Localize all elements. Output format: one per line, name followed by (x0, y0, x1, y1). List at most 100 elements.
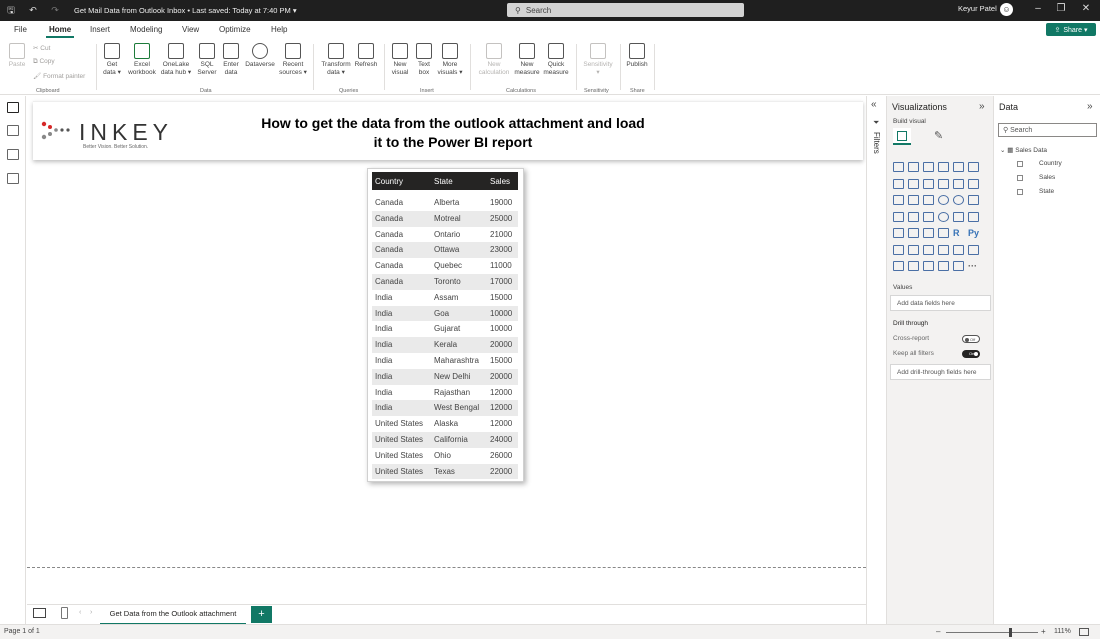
multi-row-card-icon[interactable] (968, 211, 979, 222)
clustered-bar-icon[interactable] (923, 162, 934, 172)
100-column-icon[interactable] (968, 162, 979, 172)
table-row[interactable]: Canada Toronto 17000 (372, 274, 518, 290)
cut-button[interactable]: ✂ Cut (33, 44, 50, 52)
zoom-in-icon[interactable]: + (1041, 627, 1046, 636)
table-row[interactable]: India Assam 15000 (372, 290, 518, 306)
kpi-icon[interactable] (893, 228, 904, 238)
quick-measure-button[interactable]: Quick measure (541, 43, 571, 77)
area-chart-icon[interactable] (908, 178, 919, 189)
desktop-view-icon[interactable] (33, 608, 46, 618)
table-row[interactable]: India Kerala 20000 (372, 337, 518, 353)
power-automate-icon[interactable] (908, 261, 919, 271)
table-row[interactable]: United States Texas 22000 (372, 463, 518, 480)
build-visual-tab[interactable] (893, 128, 911, 145)
collapse-chevron-icon[interactable]: » (1087, 101, 1093, 112)
fit-to-page-icon[interactable] (1079, 628, 1089, 636)
refresh-button[interactable]: Refresh (353, 43, 379, 69)
table-row[interactable]: India West Bengal 12000 (372, 400, 518, 417)
mobile-view-icon[interactable] (61, 607, 68, 619)
table-row[interactable]: India Rajasthan 12000 (372, 385, 518, 401)
table-row[interactable]: India Maharashtra 15000 (372, 353, 518, 369)
field-sales[interactable]: Sales (1039, 174, 1055, 181)
tab-home[interactable]: Home (49, 25, 71, 34)
clustered-column-icon[interactable] (938, 162, 949, 172)
column-header-state[interactable]: State (434, 177, 453, 186)
keep-all-filters-toggle[interactable]: On (962, 350, 980, 358)
paginated-report-icon[interactable] (968, 244, 979, 255)
text-box-button[interactable]: Text box (414, 43, 434, 77)
donut-chart-icon[interactable] (953, 195, 964, 205)
key-influencers-icon[interactable] (893, 244, 904, 255)
avatar-icon[interactable]: ☺ (1000, 3, 1013, 16)
filters-pane-collapsed[interactable]: « ⏷ Filters (866, 96, 886, 624)
metrics-icon[interactable] (953, 244, 964, 255)
report-title[interactable]: How to get the data from the outlook att… (233, 114, 673, 152)
tab-modeling[interactable]: Modeling (130, 25, 162, 34)
column-header-sales[interactable]: Sales (490, 177, 510, 186)
cross-report-toggle[interactable]: Off (962, 335, 980, 343)
tab-optimize[interactable]: Optimize (219, 25, 251, 34)
table-visual-icon[interactable] (923, 228, 934, 238)
new-measure-button[interactable]: New measure (513, 43, 541, 77)
page-tab-current[interactable]: Get Data from the Outlook attachment (100, 605, 246, 625)
table-row[interactable]: United States Ohio 26000 (372, 448, 518, 464)
values-well[interactable]: Add data fields here (890, 295, 991, 311)
r-visual-icon[interactable]: R (953, 228, 964, 238)
table-row[interactable]: Canada Ottawa 23000 (372, 242, 518, 259)
pie-chart-icon[interactable] (938, 195, 949, 205)
save-icon[interactable]: 🖫 (0, 3, 22, 19)
azure-map-icon[interactable] (923, 211, 934, 222)
scroll-right-icon[interactable]: › (90, 609, 92, 616)
get-more-visuals-icon[interactable] (953, 261, 964, 271)
100-bar-icon[interactable] (953, 162, 964, 172)
map-icon[interactable] (893, 211, 904, 222)
arcgis-icon[interactable] (923, 261, 934, 271)
gauge-icon[interactable] (938, 211, 949, 222)
zoom-slider-track[interactable] (946, 632, 1038, 633)
table-row[interactable]: Canada Quebec 11000 (372, 258, 518, 274)
field-checkbox-sales[interactable] (1017, 175, 1023, 181)
tab-insert[interactable]: Insert (90, 25, 110, 34)
stacked-area-icon[interactable] (923, 178, 934, 189)
report-header[interactable]: INKEY Better Vision. Better Solution. Ho… (33, 101, 863, 160)
restore-icon[interactable]: ❐ (1049, 3, 1073, 14)
filled-map-icon[interactable] (908, 211, 919, 222)
table-row[interactable]: United States Alaska 12000 (372, 416, 518, 432)
waterfall-icon[interactable] (893, 195, 904, 205)
field-country[interactable]: Country (1039, 160, 1062, 167)
stacked-bar-icon[interactable] (893, 162, 904, 172)
power-apps-icon[interactable] (893, 261, 904, 271)
table-row[interactable]: United States California 24000 (372, 432, 518, 448)
line-column-icon[interactable] (938, 178, 949, 189)
minimize-icon[interactable]: – (1026, 3, 1050, 14)
treemap-icon[interactable] (968, 195, 979, 205)
line-chart-icon[interactable] (893, 178, 904, 189)
recent-sources-button[interactable]: Recent sources ▾ (278, 43, 308, 77)
tab-help[interactable]: Help (271, 25, 287, 34)
search-box[interactable]: ⚲ Search (507, 3, 744, 17)
ribbon-chart-icon[interactable] (968, 178, 979, 189)
report-view-icon[interactable] (7, 102, 19, 113)
collapse-chevron-icon[interactable]: » (979, 101, 985, 112)
window-title[interactable]: Get Mail Data from Outlook Inbox • Last … (74, 6, 297, 15)
new-visual-button[interactable]: New visual (389, 43, 411, 77)
tab-file[interactable]: File (14, 25, 27, 34)
data-search-input[interactable]: ⚲ Search (998, 123, 1097, 137)
more-options-icon[interactable]: ··· (968, 261, 979, 271)
excel-workbook-button[interactable]: Excel workbook (126, 43, 158, 77)
dataverse-button[interactable]: Dataverse (243, 43, 277, 69)
get-data-button[interactable]: Get data ▾ (100, 43, 124, 77)
undo-icon[interactable]: ↶ (22, 5, 44, 16)
add-page-button[interactable]: + (251, 606, 272, 623)
new-calculation-button[interactable]: New calculation (476, 43, 512, 77)
onelake-button[interactable]: OneLake data hub ▾ (159, 43, 193, 77)
field-checkbox-state[interactable] (1017, 189, 1023, 195)
matrix-icon[interactable] (938, 228, 949, 238)
copy-button[interactable]: ⧉ Copy (33, 58, 55, 66)
report-canvas[interactable]: INKEY Better Vision. Better Solution. Ho… (27, 96, 866, 604)
zoom-slider-thumb[interactable] (1009, 628, 1012, 637)
share-button[interactable]: ⇪ Share ▾ (1046, 23, 1096, 36)
funnel-icon[interactable] (908, 195, 919, 205)
column-header-country[interactable]: Country (375, 177, 403, 186)
table-row[interactable]: Canada Motreal 25000 (372, 210, 518, 227)
